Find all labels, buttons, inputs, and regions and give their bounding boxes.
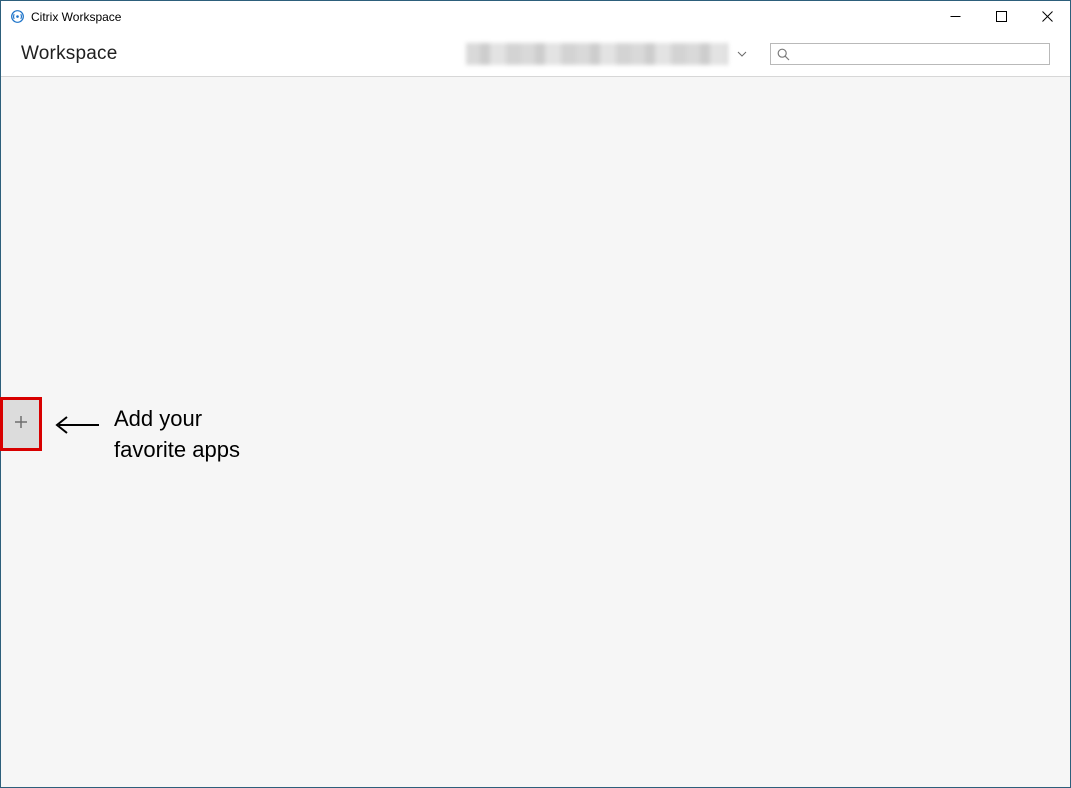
app-window: Citrix Workspace Workspace [0, 0, 1071, 788]
annotation-line-1: Add your [114, 404, 240, 435]
redacted-user-info [466, 43, 728, 65]
user-dropdown[interactable] [732, 44, 752, 64]
window-title: Citrix Workspace [31, 10, 121, 24]
title-bar: Citrix Workspace [1, 1, 1070, 32]
search-box[interactable] [770, 43, 1050, 65]
add-favorites-button[interactable] [0, 397, 42, 451]
annotation-text: Add your favorite apps [114, 404, 240, 466]
search-input[interactable] [797, 47, 1043, 61]
plus-icon [14, 415, 28, 434]
annotation-line-2: favorite apps [114, 435, 240, 466]
citrix-icon [9, 9, 25, 25]
window-controls [932, 1, 1070, 32]
arrow-left-icon [53, 415, 101, 435]
maximize-button[interactable] [978, 1, 1024, 32]
minimize-button[interactable] [932, 1, 978, 32]
close-button[interactable] [1024, 1, 1070, 32]
content-area: Add your favorite apps [1, 77, 1070, 787]
header-bar: Workspace [1, 32, 1070, 77]
page-title: Workspace [21, 43, 118, 65]
search-icon [777, 47, 791, 61]
